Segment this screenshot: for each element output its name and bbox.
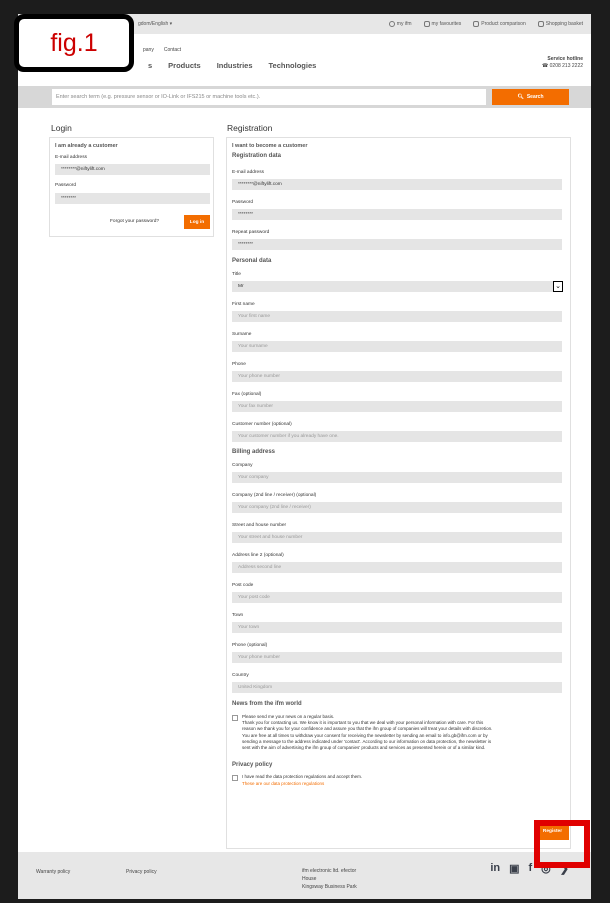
street-label: Street and house number [232, 523, 287, 528]
language-selector[interactable]: gdom/English ▾ [138, 21, 172, 27]
address-line: Kingsway Business Park [302, 884, 357, 890]
customer-number-input[interactable]: Your customer number if you already have… [232, 431, 562, 442]
billing-phone-input[interactable]: Your phone number [232, 652, 562, 663]
company-2nd-line-label: Company (2nd line / receiver) (optional) [232, 493, 317, 498]
search-button-label: Search [526, 94, 544, 100]
phone-input[interactable]: Your phone number [232, 371, 562, 382]
company-input[interactable]: Your company [232, 472, 562, 483]
login-button[interactable]: Log in [184, 215, 210, 229]
reg-password-input[interactable]: ******** [232, 209, 562, 220]
reg-email-label: E-mail address [232, 170, 264, 175]
top-links: my ifm my favourites Product comparison … [388, 21, 583, 27]
billing-phone-label: Phone (optional) [232, 643, 268, 648]
warranty-policy-link[interactable]: Warranty policy [36, 869, 70, 875]
country-input[interactable]: United Kingdom [232, 682, 562, 693]
login-password-label: Password [55, 183, 77, 188]
privacy-policy-heading: Privacy policy [232, 762, 273, 768]
billing-address-heading: Billing address [232, 449, 276, 455]
news-heading: News from the ifm world [232, 701, 302, 707]
reg-password-label: Password [232, 200, 254, 205]
login-email-input[interactable]: ********@niftylift.com [55, 164, 210, 175]
hotline-title: Service hotline [547, 56, 583, 62]
phone-label: Phone [232, 362, 246, 367]
shopping-basket-link[interactable]: Shopping basket [537, 21, 583, 27]
company-link[interactable]: pany [143, 47, 154, 53]
login-heading: Login [51, 123, 72, 133]
title-value: Mr [238, 284, 244, 289]
main-nav: s Products Industries Technologies [148, 61, 316, 70]
login-panel: I am already a customer E-mail address *… [49, 137, 214, 237]
footer: Warranty policy Privacy policy ifm elect… [18, 852, 591, 899]
company-2nd-line-input[interactable]: Your company (2nd line / receiver) [232, 502, 562, 513]
youtube-icon[interactable]: ▣ [509, 862, 519, 875]
newsletter-line: sent with the aim of advertising the ifm… [242, 745, 486, 751]
newsletter-checkbox[interactable] [232, 715, 238, 721]
nav-item-products[interactable]: Products [168, 61, 201, 70]
country-label: Country [232, 673, 249, 678]
nav-item-industries[interactable]: Industries [217, 61, 253, 70]
search-button[interactable]: 🔍︎ Search [492, 89, 569, 105]
bookmark-icon [423, 21, 430, 27]
secondary-nav: pany Contact [143, 47, 181, 53]
footer-address: ifm electronic ltd. efector House Kingsw… [302, 867, 357, 891]
my-ifm-link[interactable]: my ifm [388, 21, 412, 27]
user-icon [388, 21, 395, 27]
login-password-input[interactable]: ******** [55, 193, 210, 204]
screenshot-frame: gdom/English ▾ my ifm my favourites Prod… [0, 0, 610, 903]
forgot-password-link[interactable]: Forgot your password? [110, 219, 159, 224]
fax-input[interactable]: Your fax number [232, 401, 562, 412]
surname-label: Surname [232, 332, 252, 337]
registration-subheading: I want to become a customer [232, 143, 308, 149]
page: gdom/English ▾ my ifm my favourites Prod… [18, 14, 591, 899]
title-select[interactable]: Mr ⌄ [232, 281, 563, 292]
first-name-label: First name [232, 302, 255, 307]
repeat-password-input[interactable]: ******** [232, 239, 562, 250]
chevron-down-icon: ⌄ [553, 281, 563, 292]
search-input[interactable]: Enter search term (e.g. pressure sensor … [52, 89, 486, 105]
address-line: ifm electronic ltd. efector [302, 868, 357, 874]
town-input[interactable]: Your town [232, 622, 562, 633]
address-line-2-label: Address line 2 (optional) [232, 553, 284, 558]
cart-icon [537, 21, 544, 27]
reg-email-input[interactable]: ********@niftylift.com [232, 179, 562, 190]
privacy-policy-link[interactable]: Privacy policy [126, 869, 157, 875]
privacy-text: I have read the data protection regulati… [242, 774, 363, 779]
repeat-password-label: Repeat password [232, 230, 270, 235]
favourites-link[interactable]: my favourites [423, 21, 461, 27]
compare-icon [473, 21, 480, 27]
address-line-2-input[interactable]: Address second line [232, 562, 562, 573]
privacy-checkbox[interactable] [232, 775, 238, 781]
street-input[interactable]: Your street and house number [232, 532, 562, 543]
linkedin-icon[interactable]: in [490, 862, 500, 875]
first-name-input[interactable]: Your first name [232, 311, 562, 322]
registration-heading: Registration [227, 123, 273, 133]
post-code-label: Post code [232, 583, 254, 588]
nav-item-technologies[interactable]: Technologies [269, 61, 317, 70]
company-label: Company [232, 463, 253, 468]
surname-input[interactable]: Your surname [232, 341, 562, 352]
newsletter-text: Please send me your news on a regular ba… [242, 714, 567, 751]
personal-data-heading: Personal data [232, 258, 272, 264]
registration-panel: I want to become a customer Registration… [226, 137, 571, 849]
registration-data-heading: Registration data [232, 153, 282, 159]
title-label: Title [232, 272, 241, 277]
search-bar: Enter search term (e.g. pressure sensor … [18, 86, 591, 108]
customer-number-label: Customer number (optional) [232, 422, 292, 427]
search-icon: 🔍︎ [517, 94, 524, 100]
hotline-number[interactable]: ☎ 0208 213 2222 [542, 63, 583, 69]
contact-link[interactable]: Contact [164, 47, 181, 53]
address-line: House [302, 876, 317, 882]
login-email-label: E-mail address [55, 155, 87, 160]
register-highlight-box [534, 820, 590, 868]
privacy-regulations-link[interactable]: These are our data protection regulation… [242, 781, 324, 787]
nav-item-partial[interactable]: s [148, 61, 152, 70]
figure-label: fig.1 [14, 14, 134, 72]
post-code-input[interactable]: Your post code [232, 592, 562, 603]
facebook-icon[interactable]: f [529, 862, 533, 875]
town-label: Town [232, 613, 244, 618]
login-subheading: I am already a customer [55, 143, 118, 149]
product-comparison-link[interactable]: Product comparison [473, 21, 526, 27]
fax-label: Fax (optional) [232, 392, 262, 397]
service-hotline: Service hotline ☎ 0208 213 2222 [542, 56, 583, 70]
